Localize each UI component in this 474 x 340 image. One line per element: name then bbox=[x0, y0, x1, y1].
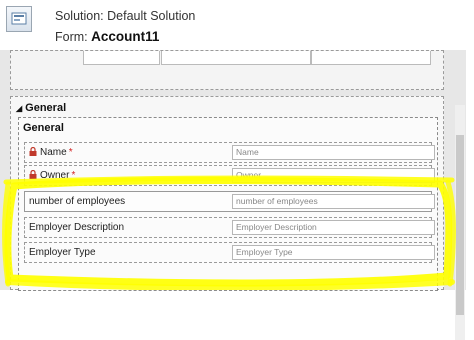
owner-input[interactable]: Owner bbox=[232, 168, 435, 183]
field-employer-type[interactable]: Employer Type Employer Type bbox=[24, 242, 435, 263]
form-canvas: ◢ General General Name * Name Owner * Ow… bbox=[0, 50, 466, 340]
header-section[interactable] bbox=[10, 50, 444, 90]
solution-title: Solution: Default Solution bbox=[55, 9, 196, 23]
field-label: Employer Description bbox=[29, 222, 125, 233]
required-marker: * bbox=[71, 170, 76, 181]
field-label: Owner * bbox=[29, 170, 75, 181]
employer-type-input[interactable]: Employer Type bbox=[232, 245, 435, 260]
field-name[interactable]: Name * Name bbox=[24, 142, 435, 163]
form-label: Form: bbox=[55, 30, 88, 44]
field-owner[interactable]: Owner * Owner bbox=[24, 165, 435, 186]
field-employer-description[interactable]: Employer Description Employer Descriptio… bbox=[24, 217, 435, 238]
field-number-of-employees[interactable]: number of employees number of employees bbox=[24, 191, 435, 212]
tab-general[interactable]: ◢ General General Name * Name Owner * Ow… bbox=[10, 96, 444, 291]
header-column[interactable] bbox=[161, 51, 311, 65]
employer-description-input[interactable]: Employer Description bbox=[232, 220, 435, 235]
lock-icon bbox=[29, 170, 37, 179]
form-title: Form: Account11 bbox=[55, 29, 159, 44]
section-general[interactable]: General Name * Name Owner * Owner number… bbox=[18, 117, 438, 291]
name-input[interactable]: Name bbox=[232, 145, 435, 160]
lock-icon bbox=[29, 147, 37, 156]
tab-title-label: General bbox=[25, 102, 67, 114]
vertical-scrollbar[interactable] bbox=[455, 105, 465, 340]
field-label-text: Owner bbox=[40, 170, 70, 181]
triangle-down-icon[interactable]: ◢ bbox=[16, 104, 22, 113]
solution-icon bbox=[6, 6, 32, 32]
field-label: Employer Type bbox=[29, 247, 96, 258]
number-of-employees-input[interactable]: number of employees bbox=[232, 194, 435, 209]
tab-title: ◢ General bbox=[16, 102, 66, 114]
form-editor-header: Solution: Default Solution Form: Account… bbox=[0, 0, 474, 50]
field-label: Name * bbox=[29, 147, 73, 158]
header-column[interactable] bbox=[311, 51, 431, 65]
section-title: General bbox=[23, 122, 64, 134]
field-label: number of employees bbox=[29, 196, 126, 207]
scrollbar-thumb[interactable] bbox=[456, 135, 464, 315]
field-label-text: Name bbox=[40, 147, 67, 158]
form-name: Account11 bbox=[91, 29, 160, 44]
header-column[interactable] bbox=[83, 51, 160, 65]
required-marker: * bbox=[68, 147, 73, 158]
